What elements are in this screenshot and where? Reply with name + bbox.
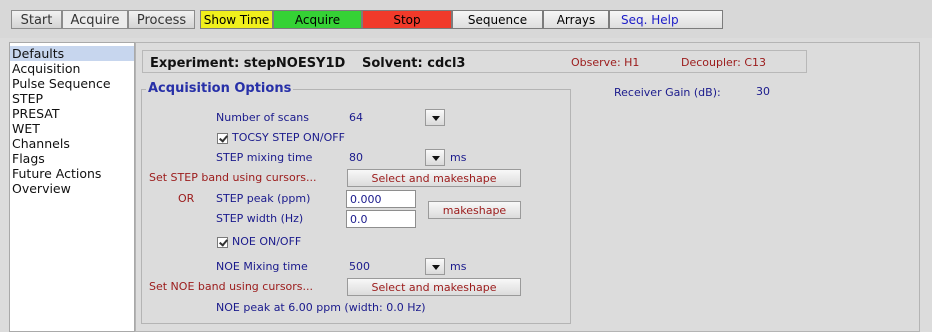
tab-acquire[interactable]: Acquire (62, 10, 128, 29)
acquire-button[interactable]: Acquire (273, 10, 362, 29)
scans-select[interactable]: 64 (346, 109, 445, 126)
noe-mixing-time-select[interactable]: 500 (346, 258, 445, 275)
seq-help-button[interactable]: Seq. Help (609, 10, 723, 29)
sidebar-item-pulse-sequence[interactable]: Pulse Sequence (10, 76, 134, 91)
select-makeshape-step-button[interactable]: Select and makeshape (347, 169, 521, 187)
sidebar-item-step[interactable]: STEP (10, 91, 134, 106)
sidebar-item-flags[interactable]: Flags (10, 151, 134, 166)
sidebar-item-overview[interactable]: Overview (10, 181, 134, 196)
arrays-button[interactable]: Arrays (543, 10, 609, 29)
chevron-down-icon[interactable] (425, 258, 445, 275)
tocsy-step-checkbox[interactable] (217, 133, 228, 144)
sidebar-item-channels[interactable]: Channels (10, 136, 134, 151)
set-noe-band-label: Set NOE band using cursors... (149, 280, 314, 293)
noe-checkbox[interactable] (217, 237, 228, 248)
experiment-name: Experiment: stepNOESY1D (150, 56, 346, 71)
sidebar-item-acquisition[interactable]: Acquisition (10, 61, 134, 76)
noe-mixing-time-value: 500 (349, 260, 370, 273)
sidebar-item-future-actions[interactable]: Future Actions (10, 166, 134, 181)
or-label: OR (178, 192, 195, 205)
sequence-button[interactable]: Sequence (452, 10, 543, 29)
set-step-band-label: Set STEP band using cursors... (149, 171, 317, 184)
sidebar: Defaults Acquisition Pulse Sequence STEP… (9, 42, 135, 332)
makeshape-button[interactable]: makeshape (428, 201, 521, 219)
scans-value: 64 (349, 111, 363, 124)
step-mixing-time-label: STEP mixing time (216, 151, 313, 164)
noe-peak-status: NOE peak at 6.00 ppm (width: 0.0 Hz) (216, 301, 426, 314)
decoupler-nucleus: Decoupler: C13 (681, 56, 767, 69)
step-mixing-time-unit: ms (450, 151, 467, 164)
show-time-button[interactable]: Show Time (200, 10, 273, 29)
sidebar-item-presat[interactable]: PRESAT (10, 106, 134, 121)
sidebar-item-defaults[interactable]: Defaults (10, 46, 134, 61)
noe-label: NOE ON/OFF (232, 235, 302, 248)
tab-start[interactable]: Start (11, 10, 62, 29)
select-makeshape-noe-button[interactable]: Select and makeshape (347, 278, 521, 296)
step-mixing-time-value: 80 (349, 151, 363, 164)
scans-label: Number of scans (216, 111, 310, 124)
step-peak-field[interactable]: 0.000 (346, 190, 416, 208)
step-mixing-time-select[interactable]: 80 (346, 149, 445, 166)
receiver-gain-value: 30 (756, 85, 770, 98)
noe-mixing-time-label: NOE Mixing time (216, 260, 308, 273)
receiver-gain-label: Receiver Gain (dB): (614, 86, 721, 99)
stop-button[interactable]: Stop (362, 10, 452, 29)
chevron-down-icon[interactable] (425, 109, 445, 126)
chevron-down-icon[interactable] (425, 149, 445, 166)
tab-process[interactable]: Process (128, 10, 195, 29)
solvent-label: Solvent: cdcl3 (362, 56, 466, 71)
sidebar-item-wet[interactable]: WET (10, 121, 134, 136)
tocsy-step-label: TOCSY STEP ON/OFF (232, 131, 345, 144)
step-width-label: STEP width (Hz) (216, 212, 304, 225)
step-width-field[interactable]: 0.0 (346, 210, 416, 228)
noe-mixing-time-unit: ms (450, 260, 467, 273)
observe-nucleus: Observe: H1 (571, 56, 640, 69)
top-toolbar: Start Acquire Process Show Time Acquire … (0, 0, 932, 38)
step-peak-label: STEP peak (ppm) (216, 192, 311, 205)
acquisition-options-title: Acquisition Options (146, 81, 294, 96)
